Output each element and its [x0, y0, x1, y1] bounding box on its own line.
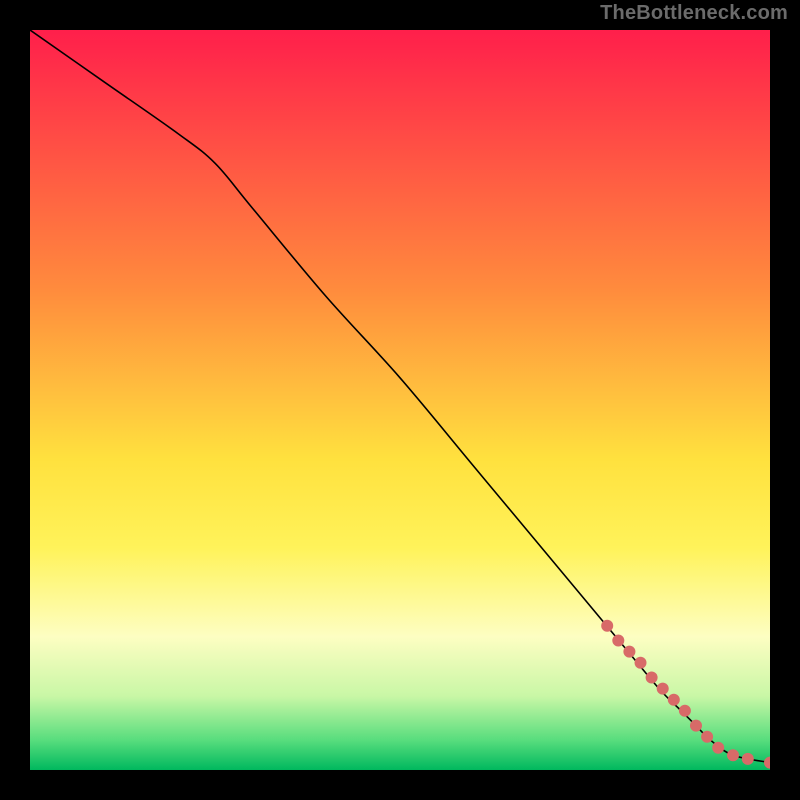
point: [742, 753, 754, 765]
point: [635, 657, 647, 669]
point: [727, 749, 739, 761]
point: [679, 705, 691, 717]
point: [657, 683, 669, 695]
chart-svg: [30, 30, 770, 770]
point: [601, 620, 613, 632]
point: [712, 742, 724, 754]
plot-area: [30, 30, 770, 770]
chart-frame: TheBottleneck.com: [0, 0, 800, 800]
point: [690, 720, 702, 732]
attribution-text: TheBottleneck.com: [600, 2, 788, 25]
point: [668, 694, 680, 706]
point: [612, 635, 624, 647]
point: [646, 672, 658, 684]
gradient-background: [30, 30, 770, 770]
point: [701, 731, 713, 743]
point: [623, 646, 635, 658]
